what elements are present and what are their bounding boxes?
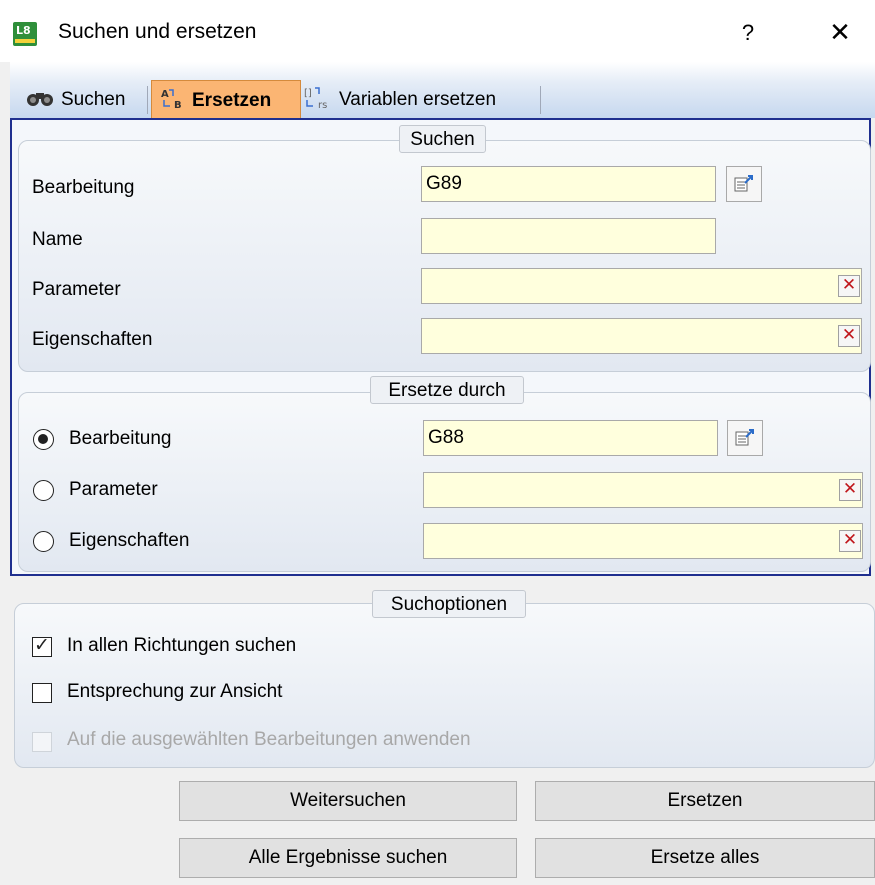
match-view-checkbox[interactable]	[32, 683, 52, 703]
search-all-directions-checkbox[interactable]: ✓	[32, 634, 52, 657]
tab-suchen[interactable]: Suchen	[25, 82, 150, 118]
svg-text:rs: rs	[318, 100, 327, 111]
search-parameter-label: Parameter	[32, 279, 121, 300]
tab-suchen-label: Suchen	[61, 89, 126, 110]
replace-bearbeitung-label: Bearbeitung	[69, 428, 172, 449]
pick-list-icon	[735, 429, 754, 446]
replace-bearbeitung-field[interactable]: G88	[423, 420, 718, 456]
replace-group-title: Ersetze durch	[370, 376, 524, 404]
pick-operation-button[interactable]	[726, 166, 762, 202]
close-button[interactable]: ✕	[820, 14, 860, 52]
search-group-title: Suchen	[399, 125, 486, 153]
app-logo-text: L8	[16, 24, 31, 37]
help-button[interactable]: ?	[728, 14, 768, 52]
clear-parameter-icon[interactable]: ✕	[838, 275, 860, 297]
replace-icon: A B	[160, 86, 186, 115]
clear-replace-eigenschaften-icon[interactable]: ✕	[839, 530, 861, 552]
apply-to-selected-checkbox	[32, 732, 52, 752]
search-eigenschaften-label: Eigenschaften	[32, 329, 153, 350]
binoculars-icon	[25, 89, 55, 112]
search-name-label: Name	[32, 229, 83, 250]
search-bearbeitung-field[interactable]: G89	[421, 166, 716, 202]
search-bearbeitung-label: Bearbeitung	[32, 177, 135, 198]
replace-eigenschaften-label: Eigenschaften	[69, 530, 190, 551]
search-all-directions-label: In allen Richtungen suchen	[67, 635, 297, 656]
replace-variables-icon: [] rs	[303, 85, 333, 116]
replace-eigenschaften-radio[interactable]	[33, 531, 54, 552]
checkmark-icon: ✓	[34, 634, 50, 656]
replace-eigenschaften-field[interactable]	[423, 523, 863, 559]
replace-parameter-radio[interactable]	[33, 480, 54, 501]
tab-separator	[147, 86, 148, 114]
tab-separator	[540, 86, 541, 114]
options-group-title: Suchoptionen	[372, 590, 526, 618]
svg-text:[]: []	[304, 88, 312, 99]
search-name-field[interactable]	[421, 218, 716, 254]
find-all-button[interactable]: Alle Ergebnisse suchen	[179, 838, 517, 878]
tab-variablen-ersetzen[interactable]: [] rs Variablen ersetzen	[303, 82, 540, 118]
find-next-button[interactable]: Weitersuchen	[179, 781, 517, 821]
match-view-label: Entsprechung zur Ansicht	[67, 681, 283, 702]
replace-all-button[interactable]: Ersetze alles	[535, 838, 875, 878]
clear-eigenschaften-icon[interactable]: ✕	[838, 325, 860, 347]
replace-bearbeitung-radio[interactable]	[33, 429, 54, 450]
svg-text:B: B	[174, 100, 182, 110]
pick-replace-operation-button[interactable]	[727, 420, 763, 456]
clear-replace-parameter-icon[interactable]: ✕	[839, 479, 861, 501]
window-title: Suchen und ersetzen	[58, 20, 257, 43]
apply-to-selected-label: Auf die ausgewählten Bearbeitungen anwen…	[67, 729, 471, 750]
search-parameter-field[interactable]	[421, 268, 862, 304]
search-eigenschaften-field[interactable]	[421, 318, 862, 354]
tab-ersetzen-label: Ersetzen	[192, 89, 272, 111]
replace-button[interactable]: Ersetzen	[535, 781, 875, 821]
tab-variablen-label: Variablen ersetzen	[339, 89, 497, 110]
tab-ersetzen[interactable]: A B Ersetzen	[151, 80, 301, 120]
svg-text:A: A	[161, 89, 169, 100]
pick-list-icon	[734, 175, 753, 192]
replace-parameter-field[interactable]	[423, 472, 863, 508]
replace-parameter-label: Parameter	[69, 479, 158, 500]
app-logo-icon: L8	[13, 22, 37, 46]
